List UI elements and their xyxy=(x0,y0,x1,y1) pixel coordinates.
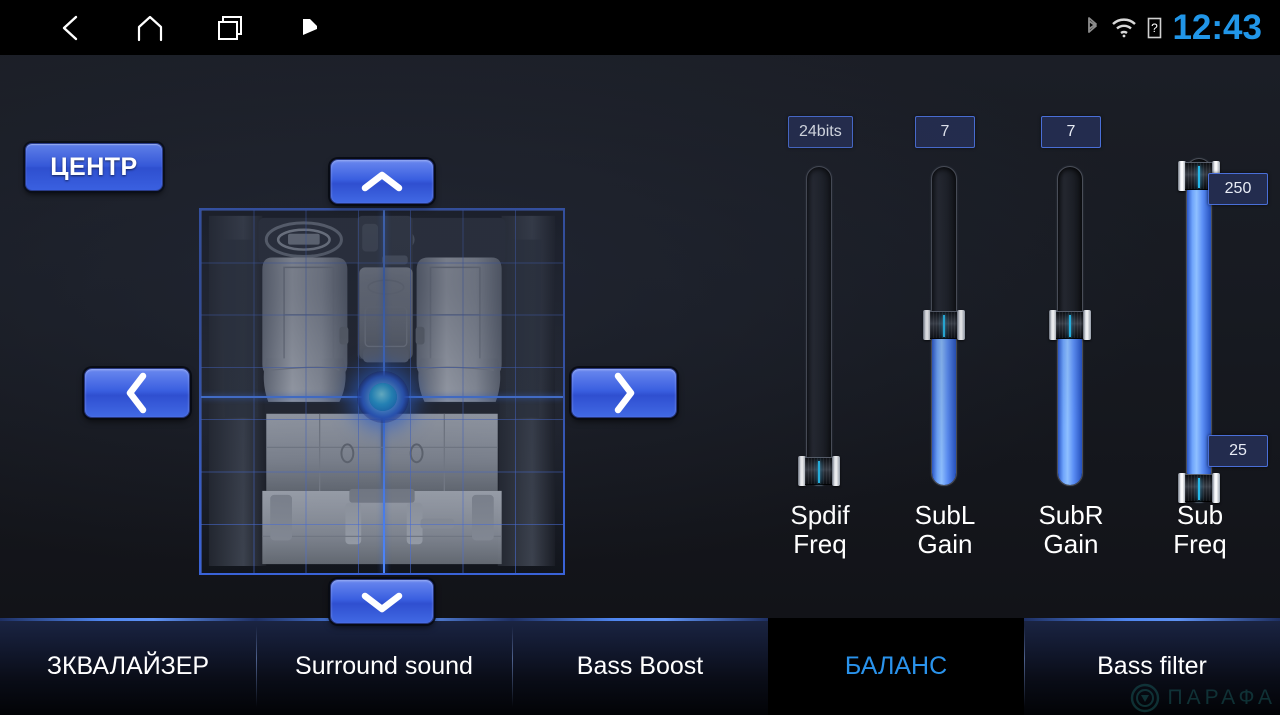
thumb-cap-right xyxy=(957,310,965,340)
label-line-2: Freq xyxy=(1173,529,1227,559)
tab-bass-boost[interactable]: Bass Boost xyxy=(512,618,768,715)
tab-balance[interactable]: БАЛАНС xyxy=(768,618,1024,715)
status-indicators: ? 12:43 xyxy=(1084,0,1262,55)
system-nav-buttons xyxy=(0,0,350,55)
back-icon[interactable] xyxy=(30,0,110,55)
tab-bass-filter[interactable]: Bass filter xyxy=(1024,618,1280,715)
thumb-body xyxy=(930,311,958,339)
sub-freq-value-low[interactable]: 25 xyxy=(1208,435,1268,467)
tab-equalizer[interactable]: ЗКВАЛАЙЗЕР xyxy=(0,618,256,715)
sub-freq-value-high[interactable]: 250 xyxy=(1208,173,1268,205)
head-unit-screen: ? 12:43 ЦЕНТР 24bits Spdif Freq 7 SubL G… xyxy=(0,0,1280,715)
chevron-down-icon xyxy=(361,592,403,612)
thumb-cap-right xyxy=(832,456,840,486)
thumb-cap-right xyxy=(1083,310,1091,340)
sub-freq-label: Sub Freq xyxy=(1120,501,1280,559)
balance-right-button[interactable] xyxy=(571,368,677,418)
wifi-icon xyxy=(1112,17,1137,37)
status-bar: ? 12:43 xyxy=(0,0,1280,55)
car-cabin-balance-pad[interactable] xyxy=(199,208,565,575)
balance-up-button[interactable] xyxy=(330,159,434,204)
tab-surround-sound[interactable]: Surround sound xyxy=(256,618,512,715)
chevron-left-icon xyxy=(126,372,147,414)
chevron-right-icon xyxy=(614,372,635,414)
thumb-cap-right xyxy=(1212,473,1220,503)
sub-freq-thumb-low[interactable] xyxy=(1178,473,1220,503)
subr-gain-fill xyxy=(1058,326,1082,485)
subr-gain-value[interactable]: 7 xyxy=(1041,116,1101,148)
spdif-freq-value[interactable]: 24bits xyxy=(788,116,853,148)
thumb-body xyxy=(1185,474,1213,502)
subl-gain-fill xyxy=(932,326,956,485)
clock: 12:43 xyxy=(1172,8,1262,47)
recents-icon[interactable] xyxy=(190,0,270,55)
home-icon[interactable] xyxy=(110,0,190,55)
subl-gain-value[interactable]: 7 xyxy=(915,116,975,148)
audio-mode-tabbar: ЗКВАЛАЙЗЕР Surround sound Bass Boost БАЛ… xyxy=(0,618,1280,715)
chevron-up-icon xyxy=(361,171,403,191)
balance-left-button[interactable] xyxy=(84,368,190,418)
balance-panel: ЦЕНТР 24bits Spdif Freq 7 SubL Gain 7 Su… xyxy=(0,55,1280,624)
flag-icon[interactable] xyxy=(270,0,350,55)
sim-icon: ? xyxy=(1148,17,1162,38)
subl-gain-thumb[interactable] xyxy=(923,310,965,340)
thumb-body xyxy=(1056,311,1084,339)
subr-gain-thumb[interactable] xyxy=(1049,310,1091,340)
spdif-freq-thumb[interactable] xyxy=(798,456,840,486)
spdif-freq-track[interactable] xyxy=(806,166,832,486)
bluetooth-icon xyxy=(1088,16,1098,33)
balance-down-button[interactable] xyxy=(330,579,434,624)
label-line-1: Sub xyxy=(1176,500,1224,530)
center-button[interactable]: ЦЕНТР xyxy=(25,143,163,191)
svg-text:?: ? xyxy=(1152,21,1159,35)
balance-focus-point[interactable] xyxy=(357,371,409,423)
thumb-body xyxy=(805,457,833,485)
